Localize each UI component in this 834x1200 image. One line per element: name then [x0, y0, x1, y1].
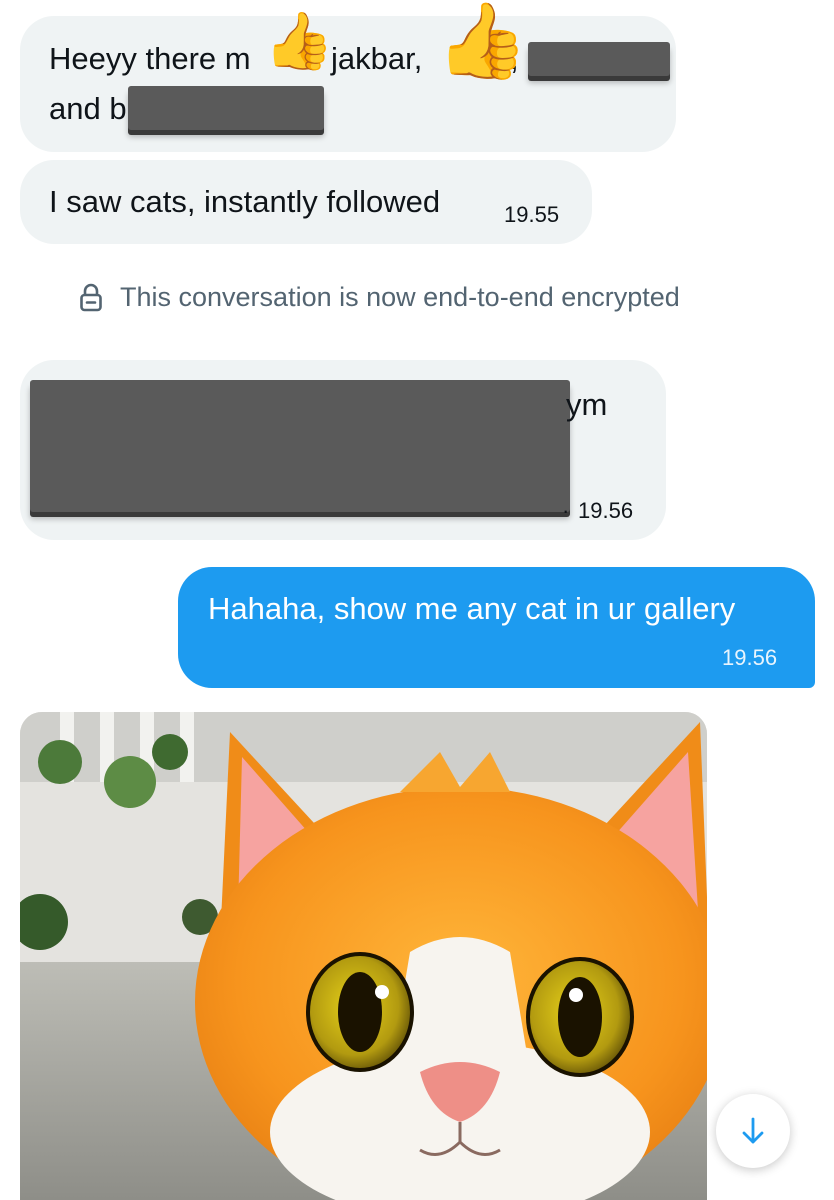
redaction-box: [128, 86, 324, 130]
message-4-text: Hahaha, show me any cat in ur gallery: [208, 591, 736, 626]
message-bubble-3[interactable]: ym · 19.56: [20, 360, 666, 540]
message-4-timestamp: 19.56: [722, 645, 778, 670]
redaction-box: [30, 380, 570, 512]
message-bubble-1[interactable]: Heeyy there m jakbar, , g and b: [20, 16, 676, 152]
redaction-box: [528, 42, 670, 76]
thumbs-up-emoji-icon: 👍: [264, 9, 334, 74]
encryption-notice: This conversation is now end-to-end encr…: [80, 280, 680, 314]
message-1-line-1a: Heeyy there m: [49, 41, 251, 76]
message-bubble-4[interactable]: Hahaha, show me any cat in ur gallery 19…: [178, 567, 815, 688]
encryption-notice-text: This conversation is now end-to-end encr…: [120, 282, 680, 312]
message-3-visible-text: ym: [566, 387, 608, 422]
cat-photo-message[interactable]: [20, 712, 707, 1200]
message-1-line-1b: jakbar,: [331, 41, 423, 76]
message-3-time-separator: ·: [562, 498, 570, 523]
scroll-to-bottom-button[interactable]: [716, 1094, 790, 1168]
message-3-timestamp: 19.56: [578, 498, 634, 523]
thumbs-up-emoji-icon: 👍: [436, 0, 529, 84]
message-2-text: I saw cats, instantly followed: [49, 184, 441, 219]
message-bubble-2[interactable]: I saw cats, instantly followed 19.55: [20, 160, 592, 244]
lock-icon: [80, 282, 102, 312]
cat-photo-image: [20, 712, 707, 1200]
arrow-down-icon: [740, 1116, 766, 1146]
message-1-line-2: and b: [49, 91, 127, 126]
message-2-timestamp: 19.55: [504, 202, 560, 227]
